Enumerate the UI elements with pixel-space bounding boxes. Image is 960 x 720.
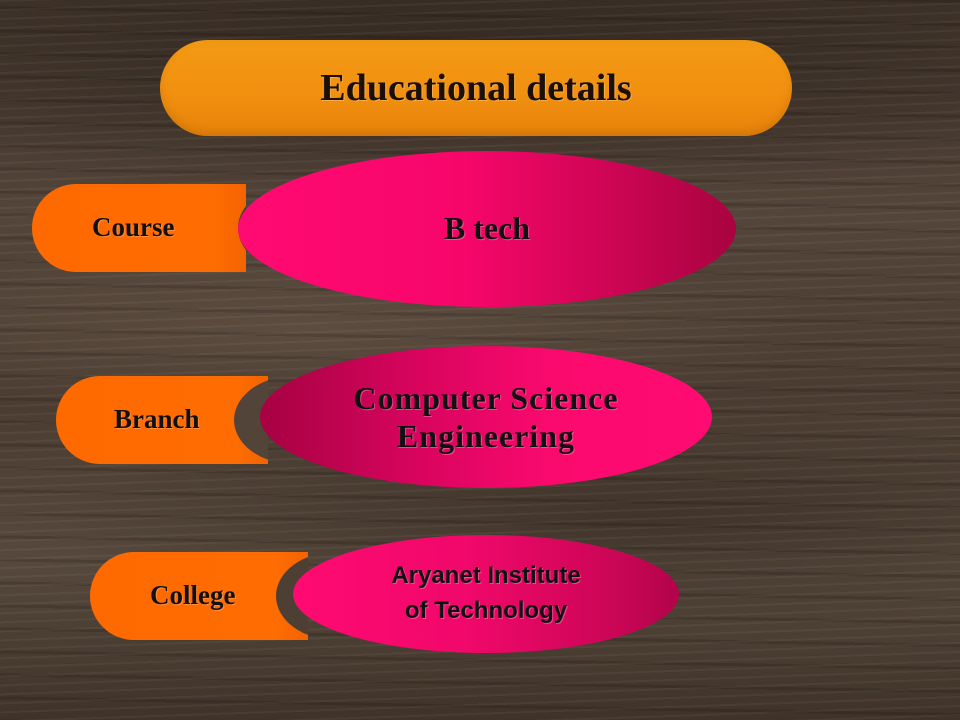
college-value-oval: Aryanet Institute of Technology bbox=[293, 535, 679, 653]
branch-value-line-1: Computer Science bbox=[353, 379, 619, 416]
course-value-oval: B tech bbox=[238, 151, 736, 307]
branch-value: Computer Science Engineering bbox=[353, 379, 618, 456]
title-banner: Educational details bbox=[160, 40, 792, 136]
slide-title: Educational details bbox=[320, 67, 632, 109]
college-label: College bbox=[150, 580, 236, 610]
college-value-line-1: Aryanet Institute bbox=[391, 562, 581, 590]
college-value: Aryanet Institute of Technology bbox=[391, 559, 580, 629]
course-value: B tech bbox=[443, 209, 531, 246]
branch-value-oval: Computer Science Engineering bbox=[260, 346, 712, 488]
course-label: Course bbox=[92, 212, 175, 242]
branch-label: Branch bbox=[114, 404, 200, 434]
branch-value-line-2: Engineering bbox=[396, 418, 576, 454]
college-value-line-2: of Technology bbox=[404, 597, 568, 624]
